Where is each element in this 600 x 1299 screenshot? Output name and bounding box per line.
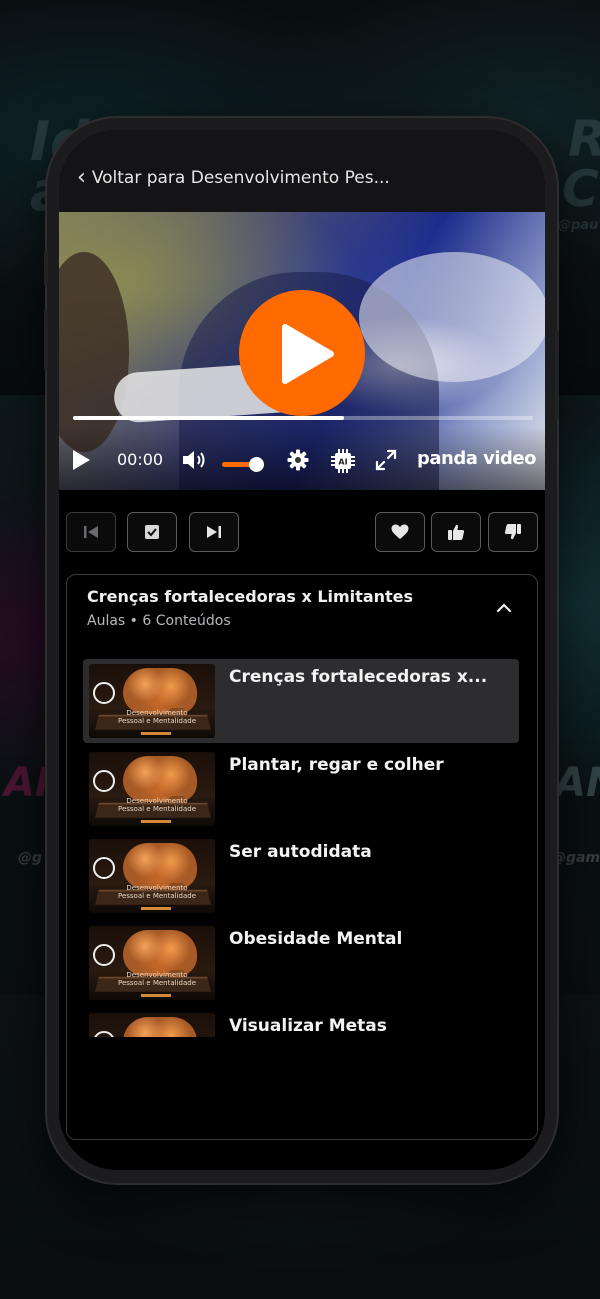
mute-button[interactable]	[181, 448, 207, 472]
circle-outline-icon[interactable]	[93, 770, 115, 792]
settings-icon	[287, 449, 309, 471]
brain-image	[123, 668, 197, 714]
thumbnail-caption: DesenvolvimentoPessoal e Mentalidade	[117, 797, 197, 813]
circle-outline-icon[interactable]	[93, 682, 115, 704]
back-link-label: Voltar para Desenvolvimento Pes...	[91, 168, 390, 188]
thumbnail-bar	[141, 820, 171, 823]
lesson-thumbnail: DesenvolvimentoPessoal e Mentalidade	[89, 926, 215, 1000]
favorite-button[interactable]	[375, 512, 425, 552]
play-icon	[73, 450, 90, 470]
phone-screen: ‹ Voltar para Desenvolvimento Pes... 00:…	[59, 130, 545, 1170]
volume-slider-knob[interactable]	[249, 457, 265, 472]
mark-complete-button[interactable]	[127, 512, 177, 552]
svg-text:AI: AI	[338, 458, 347, 467]
volume-slider[interactable]	[222, 457, 265, 472]
play-button[interactable]	[69, 448, 93, 472]
ai-button[interactable]: AI	[330, 448, 356, 474]
video-frame-shape	[359, 252, 545, 382]
lesson-title: Ser autodidata	[229, 842, 372, 862]
brain-image	[123, 930, 197, 976]
thumbs-up-icon	[448, 524, 465, 540]
lesson-item[interactable]: Desenvolvimento Pessoal e Mentalidade Pla…	[83, 747, 519, 831]
chevron-left-icon: ‹	[77, 165, 86, 190]
lesson-item[interactable]: Desenvolvimento Pessoal e Mentalidade Cre…	[83, 659, 519, 743]
brain-image	[123, 756, 197, 802]
progress-bar[interactable]	[73, 416, 533, 420]
phone-side-button	[44, 250, 48, 286]
circle-outline-icon[interactable]	[93, 944, 115, 966]
module-title: Crenças fortalecedoras x Limitantes	[87, 587, 414, 606]
thumbs-down-icon	[504, 524, 521, 540]
video-frame-shape	[59, 252, 129, 452]
time-display: 00:00	[117, 450, 164, 469]
previous-lesson-button[interactable]	[66, 512, 116, 552]
volume-icon	[183, 451, 205, 469]
lesson-title: Plantar, regar e colher	[229, 755, 444, 775]
lesson-title: Obesidade Mental	[229, 929, 403, 949]
like-button[interactable]	[431, 512, 481, 552]
lesson-item[interactable]: Desenvolvimento Pessoal e Mentalidade Obe…	[83, 921, 519, 1005]
playlist-overflow-mask	[67, 1037, 537, 1139]
play-icon	[282, 324, 334, 384]
thumbnail-caption: DesenvolvimentoPessoal e Mentalidade	[117, 884, 197, 900]
fullscreen-icon	[375, 449, 397, 471]
video-player[interactable]: 00:00 AI panda video	[59, 212, 545, 490]
thumbnail-caption: DesenvolvimentoPessoal e Mentalidade	[117, 971, 197, 987]
circle-outline-icon[interactable]	[93, 857, 115, 879]
brand-logo: panda video	[417, 448, 537, 469]
thumbnail-bar	[141, 732, 171, 735]
brain-image	[123, 843, 197, 889]
phone-side-button	[555, 330, 559, 420]
lesson-actions	[59, 512, 545, 554]
thumbnail-bar	[141, 994, 171, 997]
lesson-thumbnail: DesenvolvimentoPessoal e Mentalidade	[89, 752, 215, 826]
progress-bar-fill	[73, 416, 345, 420]
module-subtitle: Aulas • 6 Conteúdos	[87, 613, 231, 629]
ai-icon: AI	[331, 449, 355, 473]
big-play-button[interactable]	[239, 290, 365, 416]
checkbox-checked-icon	[145, 525, 159, 539]
fullscreen-button[interactable]	[374, 448, 398, 472]
lesson-title: Visualizar Metas	[229, 1016, 387, 1036]
lesson-item[interactable]: Desenvolvimento Pessoal e Mentalidade Ser…	[83, 834, 519, 918]
thumbnail-caption: DesenvolvimentoPessoal e Mentalidade	[117, 709, 197, 725]
phone-side-button	[44, 310, 48, 370]
settings-button[interactable]	[286, 448, 310, 472]
skip-next-icon	[207, 526, 221, 538]
module-playlist: Crenças fortalecedoras x Limitantes Aula…	[66, 574, 538, 1140]
chevron-up-icon[interactable]	[495, 599, 513, 618]
heart-icon	[391, 524, 409, 539]
lesson-thumbnail: DesenvolvimentoPessoal e Mentalidade	[89, 839, 215, 913]
skip-previous-icon	[84, 526, 98, 538]
thumbnail-bar	[141, 907, 171, 910]
app-header: ‹ Voltar para Desenvolvimento Pes...	[59, 130, 545, 212]
back-link[interactable]: ‹ Voltar para Desenvolvimento Pes...	[77, 166, 390, 190]
lesson-thumbnail: DesenvolvimentoPessoal e Mentalidade	[89, 664, 215, 738]
lesson-title: Crenças fortalecedoras x...	[229, 667, 488, 687]
next-lesson-button[interactable]	[189, 512, 239, 552]
player-controls: 00:00 AI panda video	[59, 426, 545, 490]
dislike-button[interactable]	[488, 512, 538, 552]
